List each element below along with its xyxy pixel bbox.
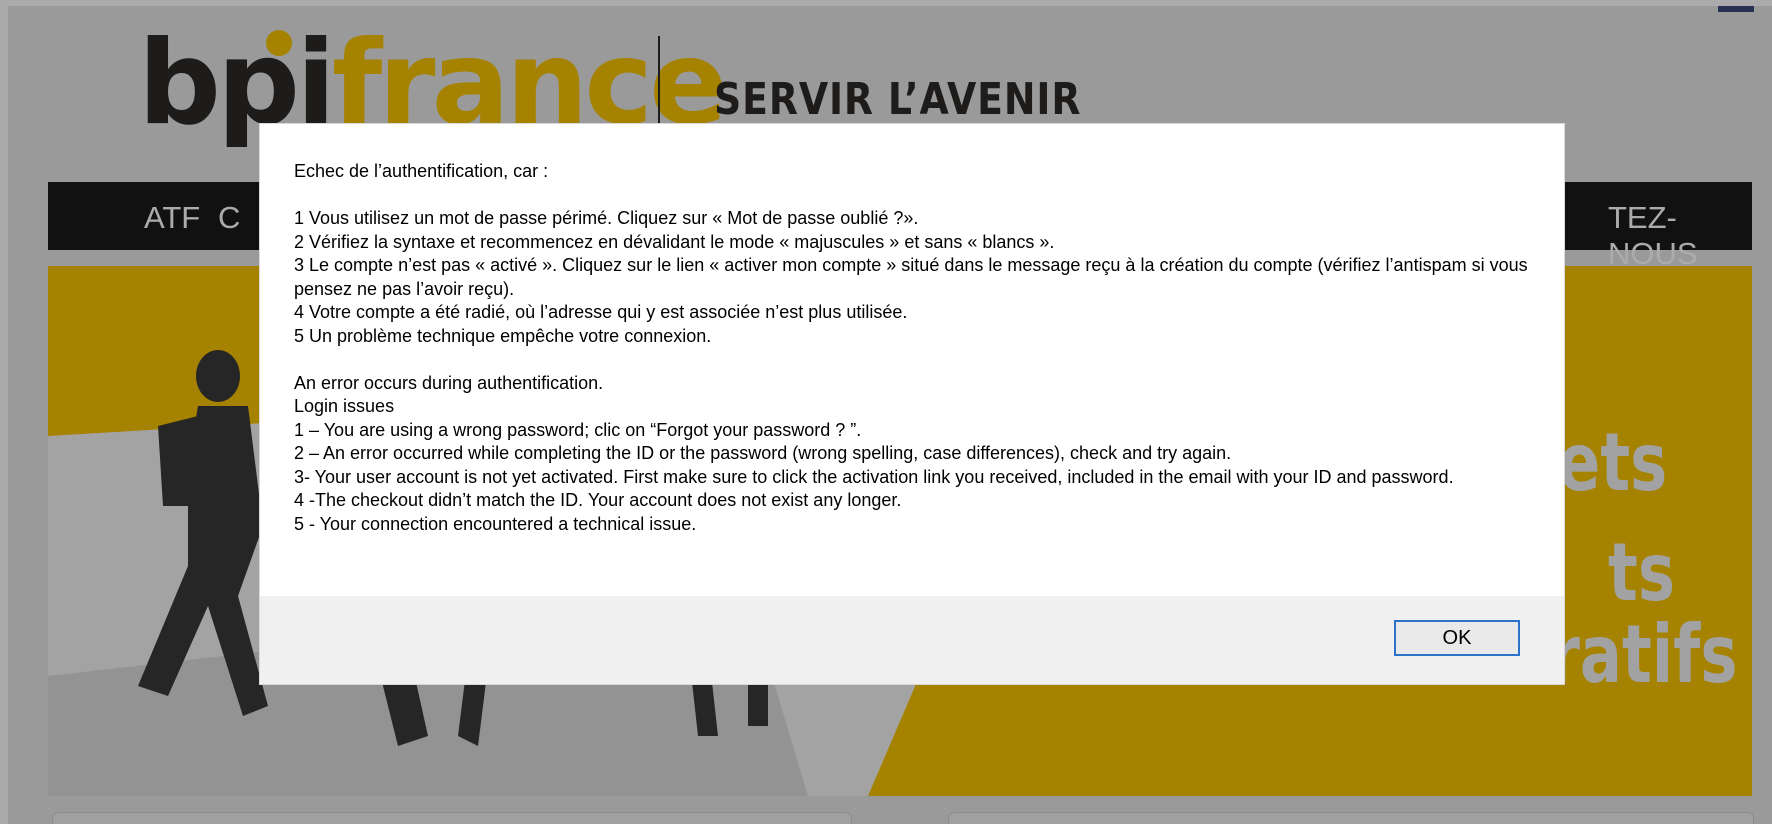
message-line: 1 – You are using a wrong password; clic… <box>294 419 862 440</box>
dialog-footer: OK <box>260 596 1564 684</box>
message-line: 5 - Your connection encountered a techni… <box>294 513 697 534</box>
message-line: Echec de l’authentification, car : <box>294 161 549 181</box>
message-line: 3 Le compte n’est pas « activé ». Clique… <box>294 255 1528 299</box>
ok-button[interactable]: OK <box>1394 620 1520 656</box>
message-line: An error occurs during authentification. <box>294 372 604 393</box>
message-line: 4 Votre compte a été radié, où l’adresse… <box>294 302 908 322</box>
message-line: 2 Vérifiez la syntaxe et recommencez en … <box>294 231 1055 252</box>
message-line: 3- Your user account is not yet activate… <box>294 466 1454 487</box>
message-line: 1 Vous utilisez un mot de passe périmé. … <box>294 208 919 228</box>
message-line: Login issues <box>294 396 395 416</box>
message-line: 4 -The checkout didn’t match the ID. You… <box>294 490 902 510</box>
dialog-message: Echec de l’authentification, car : 1 Vou… <box>294 160 1544 536</box>
message-line: 5 Un problème technique empêche votre co… <box>294 325 712 346</box>
auth-error-dialog: Echec de l’authentification, car : 1 Vou… <box>260 124 1564 684</box>
message-line: 2 – An error occurred while completing t… <box>294 443 1232 463</box>
